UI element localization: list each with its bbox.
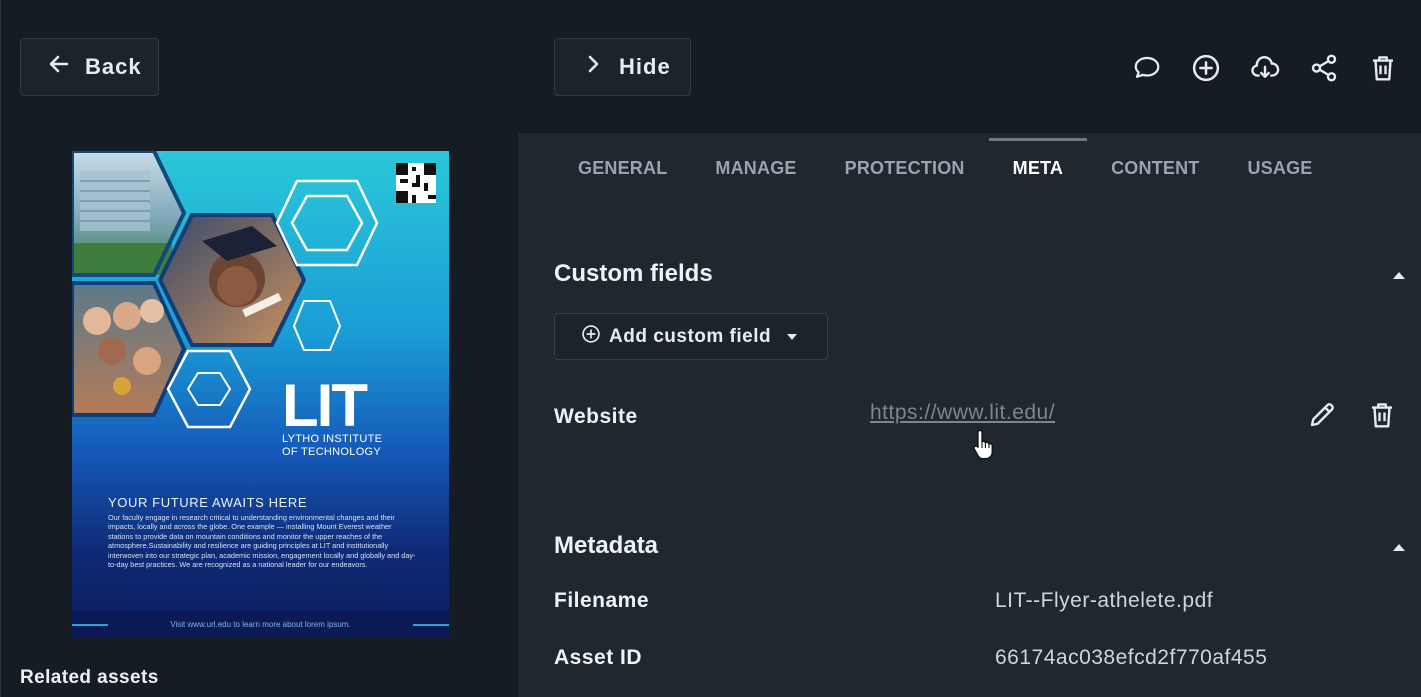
- hide-button[interactable]: Hide: [554, 38, 691, 96]
- flyer-institute-line2: OF TECHNOLOGY: [282, 446, 382, 458]
- preview-panel: Back LIT LYTHO INSTITUTE OF TECHNOLOGY Y…: [0, 0, 518, 697]
- metadata-title: Metadata: [554, 532, 659, 559]
- collapse-metadata-icon[interactable]: [1393, 544, 1405, 551]
- tab-usage[interactable]: USAGE: [1224, 138, 1337, 198]
- asset-id-value: 66174ac038efcd2f770af455: [995, 646, 1268, 669]
- hand-pointer-cursor-icon: [972, 428, 996, 460]
- website-field-link[interactable]: https://www.lit.edu/: [870, 401, 1055, 425]
- detail-tabs: GENERAL MANAGE PROTECTION META CONTENT U…: [554, 138, 1337, 198]
- edit-pencil-icon[interactable]: [1307, 400, 1339, 432]
- asset-preview-image[interactable]: LIT LYTHO INSTITUTE OF TECHNOLOGY YOUR F…: [72, 151, 449, 638]
- flyer-logo-text: LIT: [282, 372, 368, 439]
- arrow-left-icon: [47, 52, 71, 82]
- tab-meta[interactable]: META: [988, 138, 1088, 198]
- collapse-custom-fields-icon[interactable]: [1393, 272, 1405, 279]
- website-field-label: Website: [554, 405, 638, 428]
- related-assets-label: Related assets: [20, 667, 159, 688]
- filename-value: LIT--Flyer-athelete.pdf: [995, 589, 1214, 612]
- comment-icon[interactable]: [1130, 50, 1163, 86]
- back-button[interactable]: Back: [20, 38, 159, 96]
- qr-code-icon: [396, 163, 436, 203]
- tab-general[interactable]: GENERAL: [554, 138, 691, 198]
- chevron-down-icon: [787, 333, 798, 340]
- asset-id-label: Asset ID: [554, 646, 643, 669]
- share-icon[interactable]: [1307, 50, 1340, 86]
- custom-fields-title: Custom fields: [554, 260, 713, 287]
- cloud-download-icon[interactable]: [1248, 50, 1281, 86]
- flyer-institute-line1: LYTHO INSTITUTE: [282, 433, 383, 445]
- flyer-footer-text: Visit www.url.edu to learn more about lo…: [170, 620, 351, 629]
- filename-label: Filename: [554, 589, 650, 612]
- details-panel: Hide GENERAL MANAGE PROTECTION META CONT…: [518, 0, 1421, 697]
- trash-icon[interactable]: [1366, 50, 1399, 86]
- back-label: Back: [85, 54, 142, 79]
- tab-protection[interactable]: PROTECTION: [821, 138, 989, 198]
- add-custom-field-label: Add custom field: [609, 325, 772, 347]
- flyer-footer: Visit www.url.edu to learn more about lo…: [72, 611, 449, 638]
- details-header: Hide: [518, 0, 1421, 133]
- flyer-heading: YOUR FUTURE AWAITS HERE: [108, 495, 308, 510]
- flyer-body-text: Our faculty engage in research critical …: [108, 513, 416, 570]
- hide-label: Hide: [619, 54, 671, 79]
- add-custom-field-button[interactable]: Add custom field: [554, 313, 828, 360]
- tab-manage[interactable]: MANAGE: [691, 138, 820, 198]
- delete-field-icon[interactable]: [1367, 400, 1399, 432]
- add-circle-icon[interactable]: [1189, 50, 1222, 86]
- asset-toolbar: [1130, 50, 1399, 86]
- add-circle-icon: [581, 324, 601, 350]
- tab-content[interactable]: CONTENT: [1087, 138, 1223, 198]
- chevron-right-icon: [581, 52, 605, 82]
